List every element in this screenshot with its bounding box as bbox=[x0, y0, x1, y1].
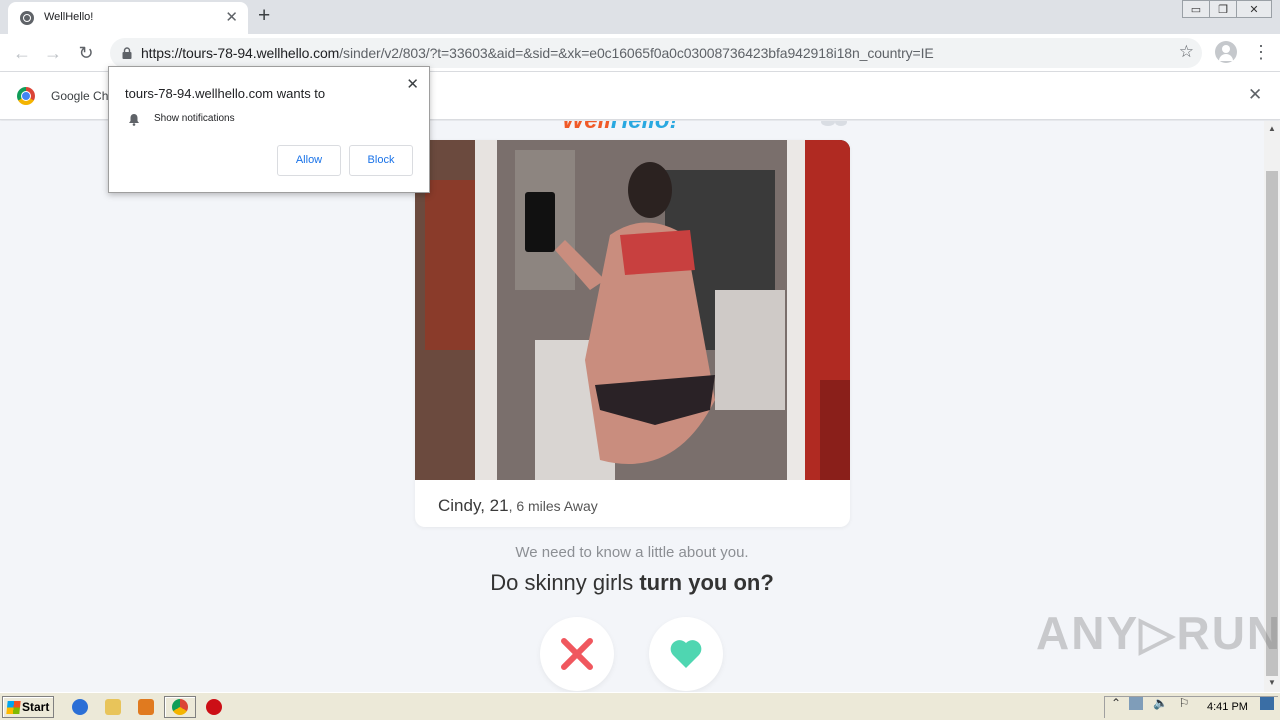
menu-icon[interactable]: ⋮ bbox=[1252, 41, 1270, 63]
question-subtitle: We need to know a little about you. bbox=[515, 544, 749, 561]
chrome-logo-icon bbox=[17, 87, 35, 105]
profile-caption: Cindy, 21, 6 miles Away bbox=[438, 496, 598, 516]
window-close-button[interactable]: ✕ bbox=[1236, 0, 1272, 18]
chrome-taskbar-button[interactable] bbox=[164, 696, 196, 718]
nope-button[interactable] bbox=[540, 617, 614, 691]
ie-icon[interactable] bbox=[72, 699, 88, 715]
profile-photo bbox=[415, 140, 850, 480]
logo-punct: ! bbox=[670, 121, 678, 134]
address-bar[interactable]: https://tours-78-94.wellhello.com/sinder… bbox=[110, 38, 1202, 68]
profile-card[interactable]: Cindy, 21, 6 miles Away bbox=[415, 140, 850, 527]
bookmark-star-icon[interactable]: ☆ bbox=[1179, 42, 1194, 62]
infobar-close-icon[interactable]: ✕ bbox=[1248, 85, 1262, 105]
scrollbar-thumb[interactable] bbox=[1266, 171, 1278, 676]
folder-icon[interactable] bbox=[105, 699, 121, 715]
url-host: https://tours-78-94.wellhello.com bbox=[141, 45, 340, 61]
tab-strip: WellHello! ✕ + ▭ ❐ ✕ bbox=[0, 0, 1280, 34]
tab-title: WellHello! bbox=[44, 11, 94, 23]
chrome-icon bbox=[172, 699, 188, 715]
question-title: Do skinny girls turn you on? bbox=[0, 570, 1264, 596]
popup-title: tours-78-94.wellhello.com wants to bbox=[125, 86, 326, 101]
profile-distance: , 6 miles Away bbox=[508, 498, 598, 514]
volume-icon[interactable]: 🔈 bbox=[1153, 697, 1168, 710]
show-desktop-icon[interactable] bbox=[1260, 697, 1274, 710]
taskbar: Start ⌃ 🔈 ⚐ 4:41 PM bbox=[0, 692, 1280, 720]
reload-button[interactable]: ↻ bbox=[75, 42, 97, 64]
heart-icon bbox=[670, 640, 702, 668]
back-button[interactable]: ← bbox=[11, 42, 33, 64]
logo-hello: Hello bbox=[611, 121, 670, 134]
globe-icon bbox=[20, 11, 34, 25]
logo-well: Well bbox=[562, 121, 611, 134]
tray-expand-icon[interactable]: ⌃ bbox=[1109, 697, 1123, 710]
tab-wellhello[interactable]: WellHello! ✕ bbox=[8, 2, 248, 34]
opera-icon[interactable] bbox=[206, 699, 222, 715]
clock: 4:41 PM bbox=[1207, 701, 1248, 713]
bell-icon bbox=[129, 114, 139, 126]
scroll-up-arrow-icon[interactable]: ▲ bbox=[1267, 124, 1277, 134]
profile-avatar[interactable] bbox=[1215, 41, 1237, 63]
site-logo: WellHello! bbox=[562, 121, 678, 135]
restore-button[interactable]: ❐ bbox=[1209, 0, 1237, 18]
like-button[interactable] bbox=[649, 617, 723, 691]
allow-button[interactable]: Allow bbox=[277, 145, 341, 176]
windows-logo-icon bbox=[6, 701, 21, 714]
lock-icon bbox=[122, 47, 132, 59]
network-icon[interactable] bbox=[1129, 697, 1143, 710]
popup-close-icon[interactable]: ✕ bbox=[406, 75, 419, 93]
url-path: /sinder/v2/803/?t=33603&aid=&sid=&xk=e0c… bbox=[339, 45, 934, 61]
new-tab-button[interactable]: + bbox=[258, 5, 270, 27]
media-player-icon[interactable] bbox=[138, 699, 154, 715]
forward-button[interactable]: → bbox=[42, 42, 64, 64]
anyrun-watermark: ANY▷RUN bbox=[1036, 607, 1280, 659]
chat-bubbles-icon bbox=[821, 121, 847, 126]
block-button[interactable]: Block bbox=[349, 145, 413, 176]
minimize-button[interactable]: ▭ bbox=[1182, 0, 1210, 18]
profile-name-age: Cindy, 21 bbox=[438, 496, 509, 515]
start-label: Start bbox=[22, 700, 50, 714]
x-icon bbox=[561, 638, 593, 670]
infobar-text: Google Ch bbox=[51, 89, 109, 103]
notification-permission-popup: tours-78-94.wellhello.com wants to ✕ Sho… bbox=[108, 66, 430, 193]
url-text[interactable]: https://tours-78-94.wellhello.com/sinder… bbox=[141, 45, 934, 61]
question-bold: turn you on? bbox=[639, 570, 774, 595]
flag-icon[interactable]: ⚐ bbox=[1177, 697, 1191, 710]
tab-close-icon[interactable]: ✕ bbox=[225, 8, 238, 26]
permission-label: Show notifications bbox=[154, 113, 235, 124]
question-plain: Do skinny girls bbox=[490, 570, 640, 595]
start-button[interactable]: Start bbox=[2, 696, 54, 718]
scroll-down-arrow-icon[interactable]: ▼ bbox=[1267, 678, 1277, 688]
